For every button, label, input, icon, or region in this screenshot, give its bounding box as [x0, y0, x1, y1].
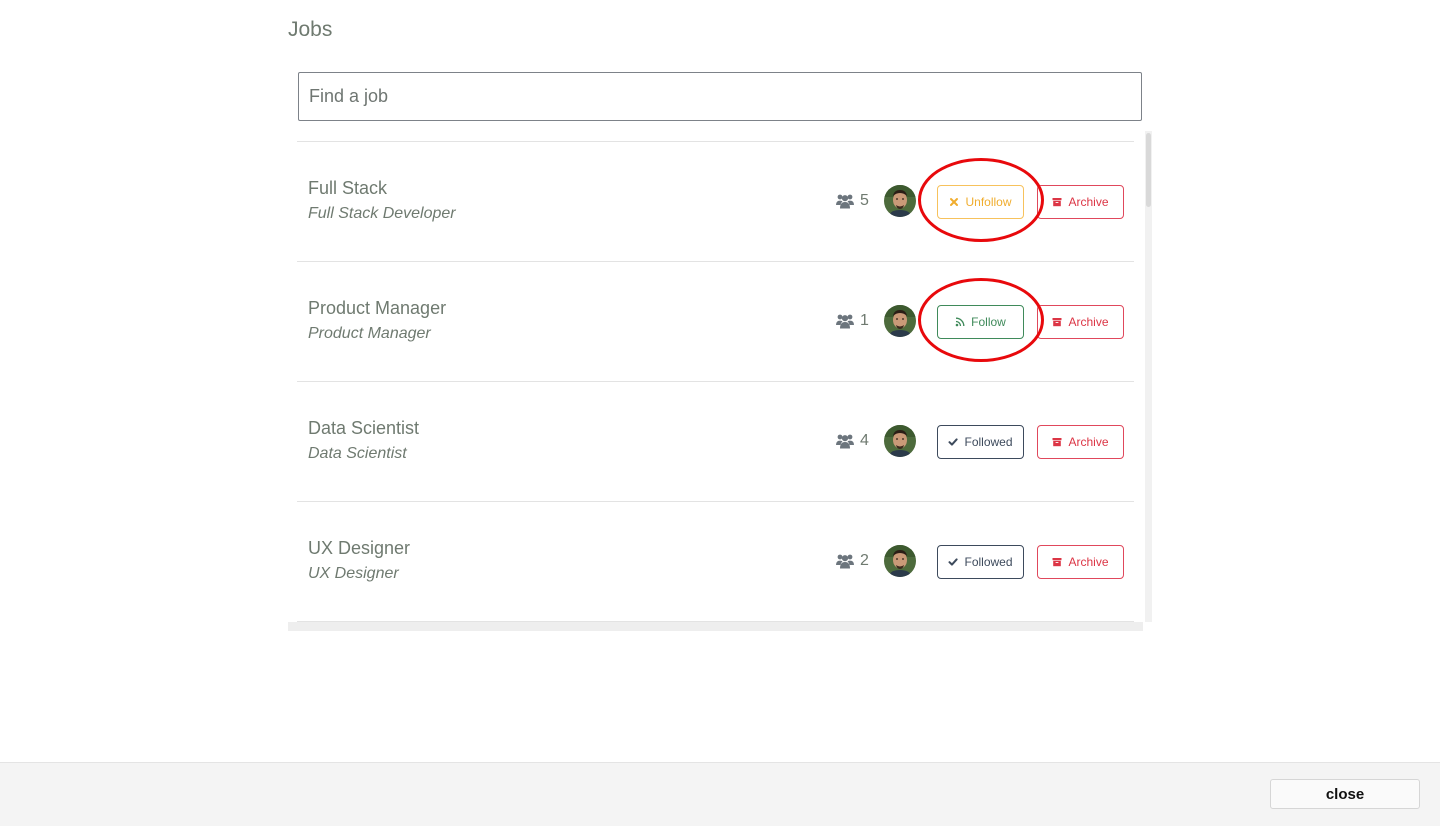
job-title[interactable]: Product Manager [308, 298, 446, 319]
check-icon [948, 437, 959, 447]
follow-button-label: Followed [964, 435, 1013, 449]
archive-button-label: Archive [1068, 315, 1109, 329]
users-icon [836, 193, 854, 209]
follow-toggle-button[interactable]: Unfollow [937, 185, 1024, 219]
archive-button-label: Archive [1068, 435, 1109, 449]
archive-button[interactable]: Archive [1037, 425, 1124, 459]
search-input[interactable] [298, 72, 1142, 121]
job-title[interactable]: Data Scientist [308, 418, 419, 439]
job-subtitle: UX Designer [308, 565, 399, 582]
archive-button[interactable]: Archive [1037, 185, 1124, 219]
archive-icon [1052, 197, 1062, 207]
users-icon [836, 553, 854, 569]
scrollbar-thumb[interactable] [1146, 133, 1151, 207]
job-subtitle: Full Stack Developer [308, 205, 456, 222]
follow-button-label: Follow [971, 315, 1006, 329]
member-count-group: 1 [836, 312, 869, 330]
job-subtitle: Product Manager [308, 325, 431, 342]
rss-icon [955, 317, 965, 327]
avatar [884, 185, 916, 217]
job-row: Data Scientist Data Scientist 4 Followed Arc… [297, 382, 1134, 502]
member-count: 5 [860, 192, 869, 209]
users-icon [836, 313, 854, 329]
archive-icon [1052, 557, 1062, 567]
job-list-container: Full Stack Full Stack Developer 5 Unfollow A… [288, 131, 1152, 631]
job-subtitle: Data Scientist [308, 445, 407, 462]
check-icon [948, 557, 959, 567]
list-scrollbar[interactable] [1145, 131, 1152, 622]
avatar [884, 545, 916, 577]
member-count-group: 5 [836, 192, 869, 210]
member-count: 4 [860, 432, 869, 449]
follow-toggle-button[interactable]: Follow [937, 305, 1024, 339]
avatar [884, 305, 916, 337]
member-count: 2 [860, 552, 869, 569]
follow-toggle-button[interactable]: Followed [937, 425, 1024, 459]
member-count: 1 [860, 312, 869, 329]
member-count-group: 4 [836, 432, 869, 450]
users-icon [836, 433, 854, 449]
list-bottom-divider [288, 622, 1143, 631]
avatar [884, 425, 916, 457]
job-row: Full Stack Full Stack Developer 5 Unfollow A… [297, 142, 1134, 262]
close-button[interactable]: close [1270, 779, 1420, 809]
job-row: Product Manager Product Manager 1 Follow Arc… [297, 262, 1134, 382]
archive-button-label: Archive [1068, 555, 1109, 569]
follow-toggle-button[interactable]: Followed [937, 545, 1024, 579]
archive-button[interactable]: Archive [1037, 545, 1124, 579]
archive-icon [1052, 317, 1062, 327]
archive-button-label: Archive [1068, 195, 1109, 209]
member-count-group: 2 [836, 552, 869, 570]
archive-button[interactable]: Archive [1037, 305, 1124, 339]
page-title: Jobs [288, 18, 333, 41]
footer-bar: close [0, 762, 1440, 826]
job-title[interactable]: Full Stack [308, 178, 387, 199]
archive-icon [1052, 437, 1062, 447]
follow-button-label: Unfollow [965, 195, 1012, 209]
jobs-page: Jobs Full Stack Full Stack Developer 5 Unfo… [0, 0, 1440, 826]
close-icon [949, 197, 959, 207]
job-title[interactable]: UX Designer [308, 538, 410, 559]
follow-button-label: Followed [964, 555, 1013, 569]
job-row: UX Designer UX Designer 2 Followed Archive [297, 502, 1134, 622]
job-list: Full Stack Full Stack Developer 5 Unfollow A… [297, 141, 1134, 623]
